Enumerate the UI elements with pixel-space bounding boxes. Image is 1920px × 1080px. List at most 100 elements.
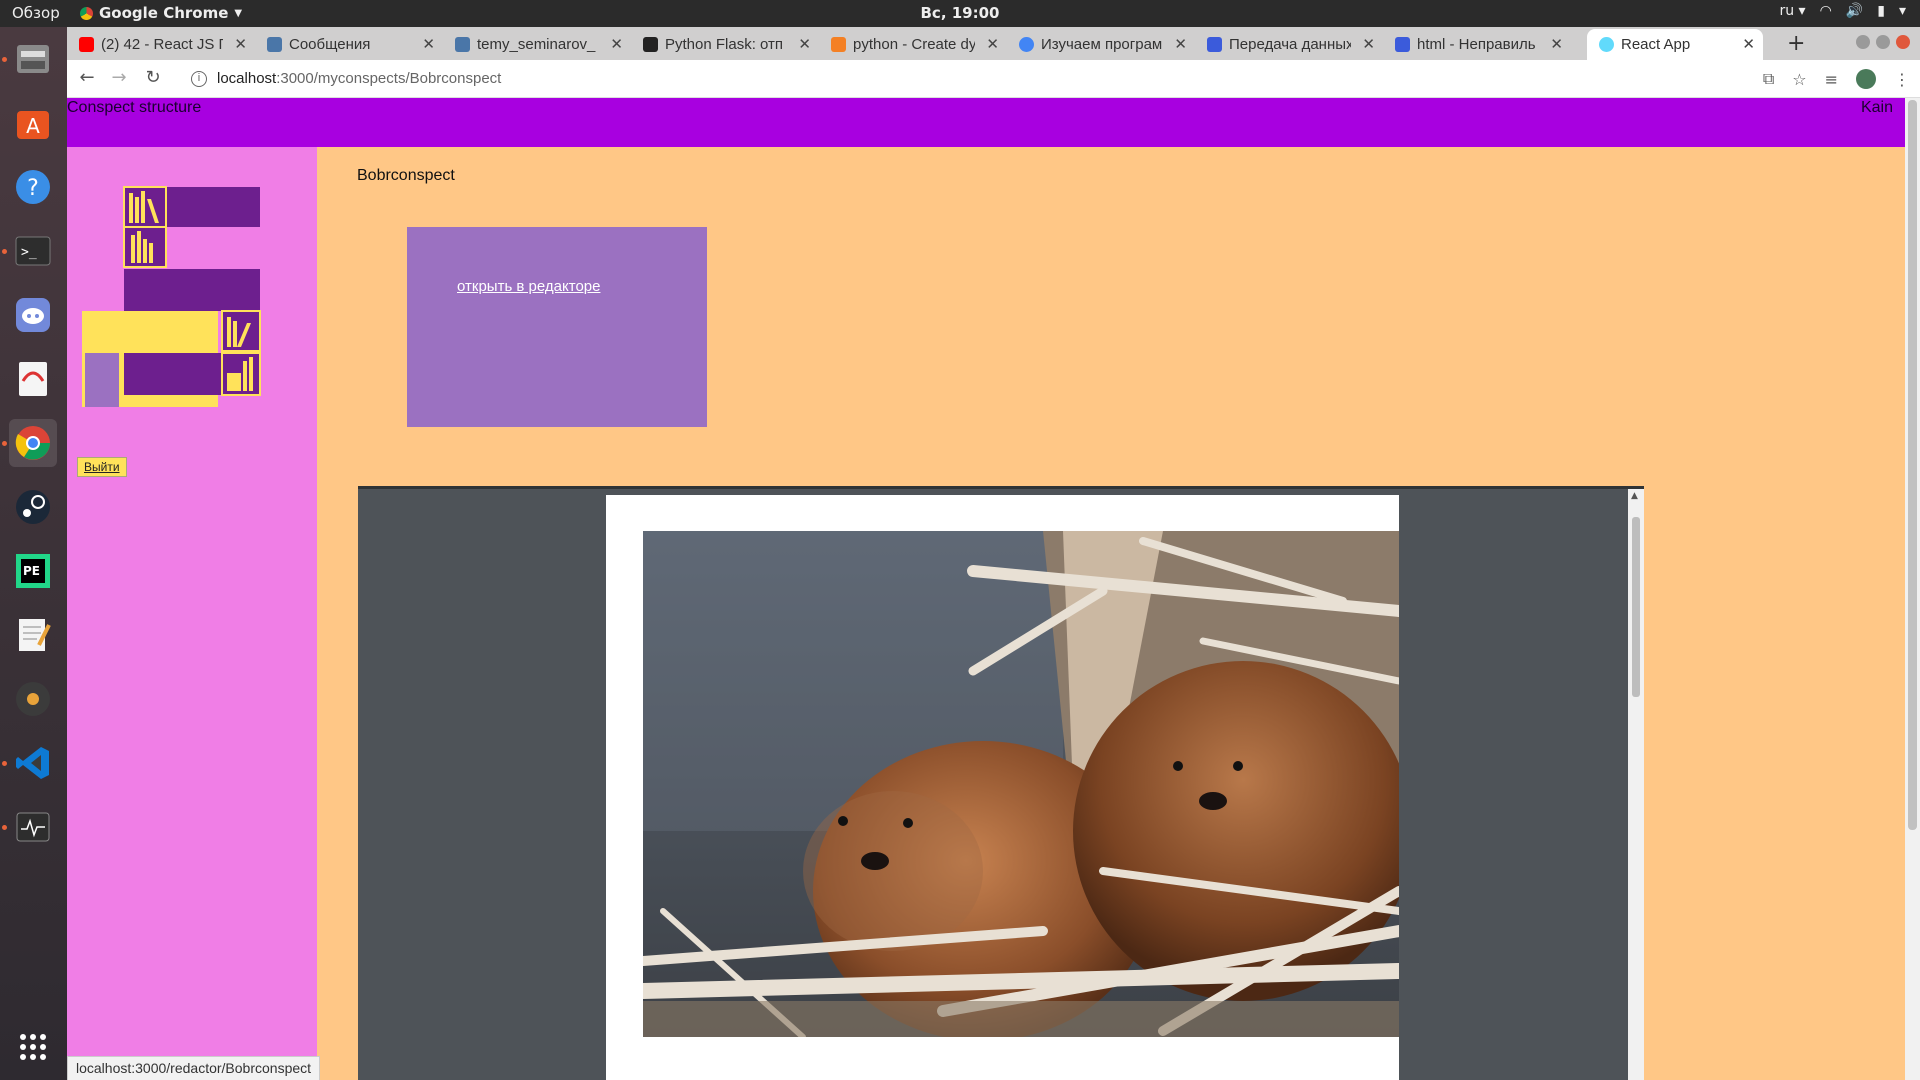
page-scrollbar[interactable]: [1905, 98, 1920, 1080]
browser-tab-active[interactable]: React App ✕: [1587, 29, 1763, 60]
pycharm-dock-item[interactable]: PE: [9, 547, 57, 595]
system-monitor-icon: [16, 812, 50, 842]
close-icon[interactable]: ✕: [986, 29, 999, 60]
browser-tab[interactable]: Изучаем програм ✕: [1007, 29, 1195, 60]
files-dock-item[interactable]: [9, 35, 57, 83]
dock: A ? >_ PE: [0, 27, 67, 1080]
new-tab-button[interactable]: +: [1787, 31, 1805, 56]
running-indicator: [2, 57, 7, 62]
open-in-editor-link[interactable]: открыть в редакторе: [457, 278, 600, 295]
volume-icon: 🔊: [1845, 3, 1864, 19]
tab-title: Python Flask: отп: [665, 36, 784, 53]
show-apps-button[interactable]: [9, 1023, 57, 1071]
close-icon[interactable]: ✕: [422, 29, 435, 60]
bookmark-star-icon[interactable]: ☆: [1792, 70, 1806, 89]
close-icon[interactable]: ✕: [1174, 29, 1187, 60]
menu-kebab-icon[interactable]: ⋮: [1894, 70, 1910, 89]
url-path: :3000/myconspects/Bobrconspect: [276, 70, 502, 87]
toolbar: ← → ↻ i localhost:3000/myconspects/Bobrc…: [67, 60, 1920, 98]
sidebar: Выйти: [67, 147, 317, 1080]
software-center-dock-item[interactable]: A: [9, 99, 57, 147]
logo-icon: [82, 186, 261, 407]
document-page: [606, 495, 1399, 1080]
translate-icon[interactable]: ⧉: [1763, 69, 1774, 89]
chrome-dock-item[interactable]: [9, 419, 57, 467]
clock[interactable]: Вс, 19:00: [0, 4, 1920, 22]
svg-text:>_: >_: [21, 245, 37, 260]
url-host: localhost: [217, 70, 277, 87]
close-icon[interactable]: ✕: [1742, 29, 1755, 60]
evince-dock-item[interactable]: [9, 355, 57, 403]
document-preview[interactable]: ▲: [358, 486, 1644, 1080]
browser-tab[interactable]: Передача данных ✕: [1195, 29, 1383, 60]
tab-title: temy_seminarov_: [477, 36, 596, 53]
steam-icon: [16, 490, 50, 524]
link-status-bar: localhost:3000/redactor/Bobrconspect: [67, 1056, 321, 1080]
language-label: ru: [1779, 3, 1795, 19]
browser-tab[interactable]: (2) 42 - React JS Пр ✕: [67, 29, 255, 60]
logout-button[interactable]: Выйти: [77, 457, 127, 477]
browser-tab[interactable]: Сообщения ✕: [255, 29, 443, 60]
browser-tab[interactable]: Python Flask: отп ✕: [631, 29, 819, 60]
running-indicator: [2, 249, 7, 254]
browser-tab[interactable]: temy_seminarov_ ✕: [443, 29, 631, 60]
maximize-button[interactable]: [1876, 35, 1890, 49]
header-title: Conspect structure: [67, 99, 202, 116]
software-center-icon: A: [17, 111, 49, 139]
running-indicator: [2, 441, 7, 446]
web-page: Conspect structure Kain Выйти Bobrconspe…: [67, 98, 1920, 1080]
chrome-window: (2) 42 - React JS Пр ✕ Сообщения ✕ temy_…: [67, 27, 1920, 1080]
toolbar-actions: ⧉ ☆ ≡ ⋮: [1763, 69, 1910, 89]
reload-button[interactable]: ↻: [141, 67, 165, 88]
help-icon: ?: [16, 170, 50, 204]
close-icon[interactable]: ✕: [234, 29, 247, 60]
tab-favicon-icon: [1019, 37, 1034, 52]
preview-scrollbar[interactable]: ▲: [1628, 489, 1644, 1080]
avatar[interactable]: [1856, 69, 1876, 89]
scrollbar-thumb[interactable]: [1908, 100, 1917, 830]
browser-tab[interactable]: html - Неправиль ✕: [1383, 29, 1571, 60]
close-icon[interactable]: ✕: [1362, 29, 1375, 60]
close-icon[interactable]: ✕: [1550, 29, 1563, 60]
media-control-icon[interactable]: ≡: [1825, 70, 1838, 89]
browser-tab[interactable]: python - Create dy ✕: [819, 29, 1007, 60]
discord-icon: [16, 298, 50, 332]
tab-favicon-icon: [455, 37, 470, 52]
discord-dock-item[interactable]: [9, 291, 57, 339]
minimize-button[interactable]: [1856, 35, 1870, 49]
scrollbar-thumb[interactable]: [1632, 517, 1640, 697]
system-monitor-dock-item[interactable]: [9, 803, 57, 851]
language-indicator[interactable]: ru ▾: [1779, 3, 1805, 19]
tab-favicon-icon: [643, 37, 658, 52]
text-editor-dock-item[interactable]: [9, 611, 57, 659]
apps-grid-icon: [20, 1034, 46, 1060]
wifi-icon: ◠: [1819, 3, 1832, 19]
steam-dock-item[interactable]: [9, 483, 57, 531]
svg-text:A: A: [26, 114, 40, 138]
scroll-up-icon[interactable]: ▲: [1631, 491, 1638, 501]
username[interactable]: Kain: [1861, 99, 1893, 117]
power-menu-icon[interactable]: ▾: [1899, 3, 1906, 19]
react-icon: [1599, 37, 1614, 52]
tab-title: python - Create dy: [853, 36, 975, 53]
info-icon[interactable]: i: [191, 71, 207, 87]
close-window-button[interactable]: [1896, 35, 1910, 49]
address-bar[interactable]: i localhost:3000/myconspects/Bobrconspec…: [175, 64, 1835, 94]
running-indicator: [2, 825, 7, 830]
close-icon[interactable]: ✕: [610, 29, 623, 60]
page-title: Bobrconspect: [357, 167, 455, 184]
terminal-dock-item[interactable]: >_: [9, 227, 57, 275]
terminal-icon: >_: [15, 236, 51, 266]
system-tray[interactable]: ru ▾ ◠ 🔊 ▮ ▾: [1779, 3, 1906, 19]
window-controls: [1856, 35, 1910, 49]
conspect-card[interactable]: открыть в редакторе: [407, 227, 707, 427]
vscode-dock-item[interactable]: [9, 739, 57, 787]
forward-button[interactable]: →: [107, 67, 131, 88]
files-icon: [17, 45, 49, 73]
help-dock-item[interactable]: ?: [9, 163, 57, 211]
back-button[interactable]: ←: [75, 67, 99, 88]
rhythmbox-dock-item[interactable]: [9, 675, 57, 723]
tab-title: html - Неправиль: [1417, 36, 1536, 53]
close-icon[interactable]: ✕: [798, 29, 811, 60]
tab-title: Сообщения: [289, 36, 371, 53]
